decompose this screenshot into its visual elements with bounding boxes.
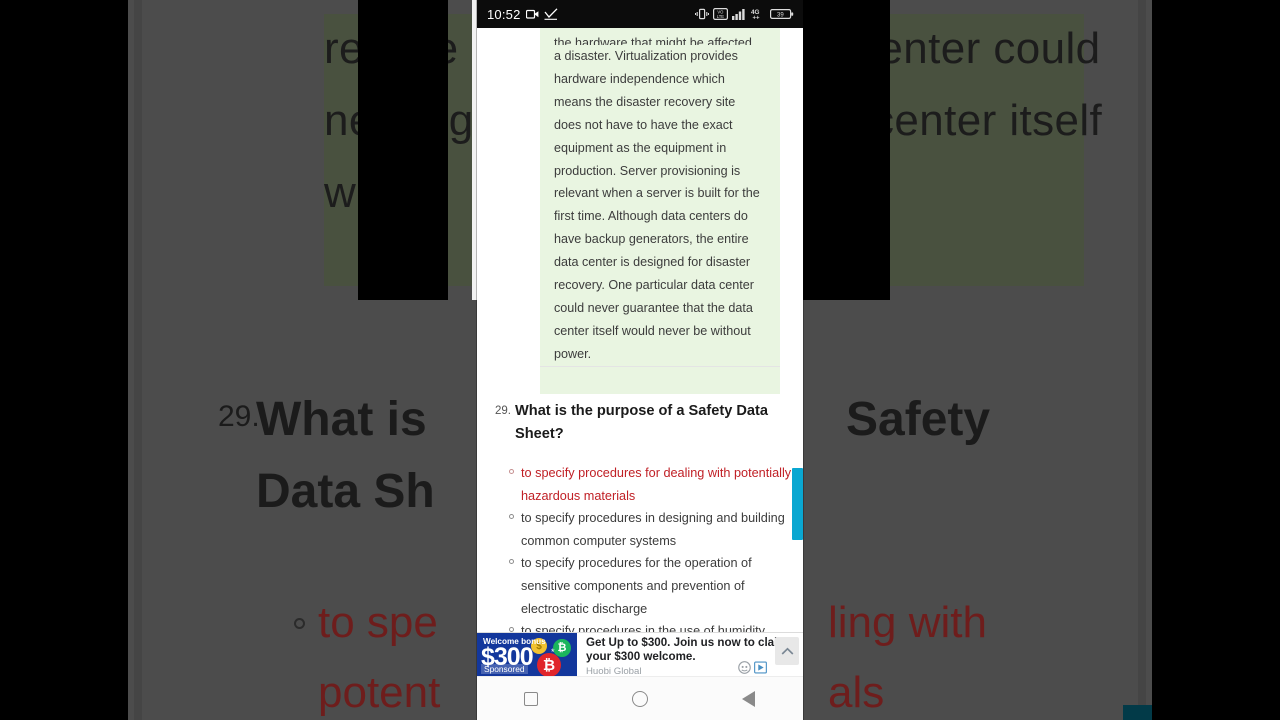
backdrop-seam [134,0,142,720]
coin-bitcoin-icon: ₿ [537,653,561,676]
vibrate-icon [695,8,709,20]
home-button[interactable] [612,677,668,720]
answer-text: to specify procedures for dealing with p… [521,466,792,503]
backdrop-line: center could [856,24,1101,73]
ad-banner[interactable]: $ ₿ ₿ Welcome bonus $300 * Sponsored Get… [477,632,803,677]
svg-text:++: ++ [753,16,761,20]
recents-button[interactable] [503,677,559,720]
volte-icon: VO LTE [713,8,728,20]
android-navigation-bar[interactable] [477,676,803,720]
scroll-to-top-button[interactable] [775,637,799,665]
ad-thumb-asterisk: * [551,647,555,657]
adchoices-triangle-icon[interactable] [754,661,767,674]
backdrop-question-word: What is [256,393,427,446]
status-bar: 10:52 VO LTE 4G ++ 39 [477,0,803,28]
content-divider [540,366,780,367]
question-block: 29. What is the purpose of a Safety Data… [477,400,803,446]
phone-screen: 10:52 VO LTE 4G ++ 39 the hardware that … [477,0,803,720]
status-clock: 10:52 [487,6,521,22]
status-bar-left: 10:52 [487,7,558,22]
triangle-back-icon [742,690,756,707]
ad-thumbnail[interactable]: $ ₿ ₿ Welcome bonus $300 * Sponsored [477,633,577,676]
ad-choices-group[interactable] [738,661,767,674]
highlight-clipped-line: the hardware that might be affected duri… [554,36,752,45]
browser-content[interactable]: the hardware that might be affected duri… [477,28,803,676]
camera-icon [525,9,538,19]
circle-bullet-icon [294,618,305,629]
back-button[interactable] [721,677,777,720]
backdrop-question-number: 29. [218,400,260,433]
circle-bullet-icon [509,552,521,620]
answer-text: to specify procedures for the operation … [521,556,752,616]
backdrop-answer-word: ling with [828,598,987,647]
circle-bullet-icon [509,462,521,507]
backdrop-seam [1138,0,1146,720]
question-text: What is the purpose of a Safety Data She… [515,403,769,442]
signal-bars-icon [732,9,745,20]
backdrop-answer-word: potent [318,668,441,717]
svg-text:LTE: LTE [717,14,725,19]
screenshot-stage: recove never g would center could center… [0,0,1280,720]
highlight-passage-box: the hardware that might be affected duri… [540,28,780,394]
battery-percent-label: 39 [777,13,784,19]
letterbox-left [0,0,128,720]
backdrop-occluder [800,0,890,300]
scrollbar-thumb[interactable] [792,468,803,540]
backdrop-answer-word: to spe [318,598,438,647]
square-recents-icon [524,691,539,706]
adchoices-info-icon[interactable] [738,661,751,674]
answer-option[interactable]: to specify procedures for the operation … [509,552,803,620]
backdrop-question-word: Safety [846,393,991,446]
answer-option[interactable]: to specify procedures in designing and b… [509,507,803,552]
question-number: 29. [495,405,511,417]
ad-text-area[interactable]: Get Up to $300. Join us now to claim you… [577,633,803,677]
network-4g-plus-icon: 4G ++ [751,9,761,20]
highlight-paragraph: a disaster. Virtualization provides hard… [554,49,760,361]
letterbox-right [1152,0,1280,720]
circle-bullet-icon [509,507,521,552]
circle-home-icon [631,690,648,707]
answer-option-correct[interactable]: to specify procedures for dealing with p… [509,462,803,507]
backdrop-answer-word: als [828,668,885,717]
backdrop-line: center itself [872,96,1103,145]
backdrop-occluder [358,0,448,300]
backdrop-question-word: Data Sh [256,465,435,518]
checkmark-download-icon [544,8,558,20]
battery-icon: 39 [770,9,794,20]
ad-sponsored-label: Sponsored [481,664,528,674]
status-bar-right: VO LTE 4G ++ 39 [695,8,794,20]
chevron-up-icon [781,647,793,655]
answer-text: to specify procedures in designing and b… [521,511,785,548]
backdrop-teal-strip [1123,705,1152,720]
